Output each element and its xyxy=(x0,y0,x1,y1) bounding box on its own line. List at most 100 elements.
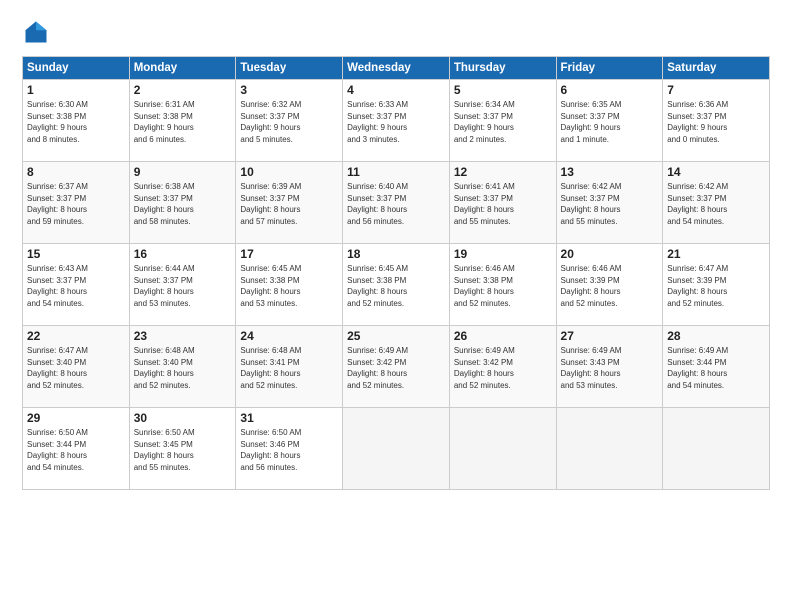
day-number: 29 xyxy=(27,411,125,425)
day-number: 12 xyxy=(454,165,552,179)
day-info: Sunrise: 6:50 AM Sunset: 3:45 PM Dayligh… xyxy=(134,427,232,473)
day-number: 17 xyxy=(240,247,338,261)
header xyxy=(22,18,770,46)
day-info: Sunrise: 6:50 AM Sunset: 3:44 PM Dayligh… xyxy=(27,427,125,473)
calendar-cell: 10 Sunrise: 6:39 AM Sunset: 3:37 PM Dayli… xyxy=(236,162,343,244)
calendar-cell: 19 Sunrise: 6:46 AM Sunset: 3:38 PM Dayli… xyxy=(449,244,556,326)
day-info: Sunrise: 6:48 AM Sunset: 3:40 PM Dayligh… xyxy=(134,345,232,391)
calendar-table: SundayMondayTuesdayWednesdayThursdayFrid… xyxy=(22,56,770,490)
calendar-week-row: 1 Sunrise: 6:30 AM Sunset: 3:38 PM Daylig… xyxy=(23,80,770,162)
day-info: Sunrise: 6:38 AM Sunset: 3:37 PM Dayligh… xyxy=(134,181,232,227)
day-number: 3 xyxy=(240,83,338,97)
calendar-week-row: 29 Sunrise: 6:50 AM Sunset: 3:44 PM Dayli… xyxy=(23,408,770,490)
calendar-cell xyxy=(556,408,663,490)
calendar-cell: 11Sunrise: 6:40 AM Sunset: 3:37 PM Dayli… xyxy=(343,162,450,244)
day-info: Sunrise: 6:41 AM Sunset: 3:37 PM Dayligh… xyxy=(454,181,552,227)
calendar-cell: 26Sunrise: 6:49 AM Sunset: 3:42 PM Dayli… xyxy=(449,326,556,408)
day-info: Sunrise: 6:43 AM Sunset: 3:37 PM Dayligh… xyxy=(27,263,125,309)
day-info: Sunrise: 6:47 AM Sunset: 3:40 PM Dayligh… xyxy=(27,345,125,391)
day-info: Sunrise: 6:46 AM Sunset: 3:39 PM Dayligh… xyxy=(561,263,659,309)
calendar-cell: 8 Sunrise: 6:37 AM Sunset: 3:37 PM Daylig… xyxy=(23,162,130,244)
calendar-cell: 5 Sunrise: 6:34 AM Sunset: 3:37 PM Daylig… xyxy=(449,80,556,162)
day-number: 5 xyxy=(454,83,552,97)
page: SundayMondayTuesdayWednesdayThursdayFrid… xyxy=(0,0,792,612)
day-info: Sunrise: 6:47 AM Sunset: 3:39 PM Dayligh… xyxy=(667,263,765,309)
calendar-cell: 15 Sunrise: 6:43 AM Sunset: 3:37 PM Dayli… xyxy=(23,244,130,326)
day-number: 28 xyxy=(667,329,765,343)
logo xyxy=(22,18,56,46)
col-header-tuesday: Tuesday xyxy=(236,57,343,80)
calendar-cell: 1 Sunrise: 6:30 AM Sunset: 3:38 PM Daylig… xyxy=(23,80,130,162)
day-info: Sunrise: 6:49 AM Sunset: 3:44 PM Dayligh… xyxy=(667,345,765,391)
day-number: 15 xyxy=(27,247,125,261)
day-number: 2 xyxy=(134,83,232,97)
day-info: Sunrise: 6:32 AM Sunset: 3:37 PM Dayligh… xyxy=(240,99,338,145)
col-header-sunday: Sunday xyxy=(23,57,130,80)
calendar-cell xyxy=(663,408,770,490)
day-info: Sunrise: 6:34 AM Sunset: 3:37 PM Dayligh… xyxy=(454,99,552,145)
calendar-week-row: 8 Sunrise: 6:37 AM Sunset: 3:37 PM Daylig… xyxy=(23,162,770,244)
col-header-wednesday: Wednesday xyxy=(343,57,450,80)
day-number: 31 xyxy=(240,411,338,425)
calendar-cell: 31Sunrise: 6:50 AM Sunset: 3:46 PM Dayli… xyxy=(236,408,343,490)
calendar-body: 1 Sunrise: 6:30 AM Sunset: 3:38 PM Daylig… xyxy=(23,80,770,490)
calendar-cell: 14Sunrise: 6:42 AM Sunset: 3:37 PM Dayli… xyxy=(663,162,770,244)
calendar-cell: 21 Sunrise: 6:47 AM Sunset: 3:39 PM Dayli… xyxy=(663,244,770,326)
calendar-cell: 18 Sunrise: 6:45 AM Sunset: 3:38 PM Dayli… xyxy=(343,244,450,326)
day-info: Sunrise: 6:30 AM Sunset: 3:38 PM Dayligh… xyxy=(27,99,125,145)
day-number: 20 xyxy=(561,247,659,261)
day-number: 8 xyxy=(27,165,125,179)
day-info: Sunrise: 6:36 AM Sunset: 3:37 PM Dayligh… xyxy=(667,99,765,145)
day-number: 19 xyxy=(454,247,552,261)
day-info: Sunrise: 6:45 AM Sunset: 3:38 PM Dayligh… xyxy=(240,263,338,309)
calendar-cell xyxy=(449,408,556,490)
calendar-cell: 23Sunrise: 6:48 AM Sunset: 3:40 PM Dayli… xyxy=(129,326,236,408)
day-number: 18 xyxy=(347,247,445,261)
calendar-cell: 28 Sunrise: 6:49 AM Sunset: 3:44 PM Dayli… xyxy=(663,326,770,408)
day-number: 27 xyxy=(561,329,659,343)
calendar-cell: 4 Sunrise: 6:33 AM Sunset: 3:37 PM Daylig… xyxy=(343,80,450,162)
day-number: 30 xyxy=(134,411,232,425)
col-header-thursday: Thursday xyxy=(449,57,556,80)
day-number: 26 xyxy=(454,329,552,343)
day-number: 22 xyxy=(27,329,125,343)
day-number: 4 xyxy=(347,83,445,97)
day-info: Sunrise: 6:37 AM Sunset: 3:37 PM Dayligh… xyxy=(27,181,125,227)
calendar-cell: 20 Sunrise: 6:46 AM Sunset: 3:39 PM Dayli… xyxy=(556,244,663,326)
day-info: Sunrise: 6:31 AM Sunset: 3:38 PM Dayligh… xyxy=(134,99,232,145)
calendar-cell: 3 Sunrise: 6:32 AM Sunset: 3:37 PM Daylig… xyxy=(236,80,343,162)
calendar-cell: 25Sunrise: 6:49 AM Sunset: 3:42 PM Dayli… xyxy=(343,326,450,408)
calendar-cell: 29 Sunrise: 6:50 AM Sunset: 3:44 PM Dayli… xyxy=(23,408,130,490)
col-header-monday: Monday xyxy=(129,57,236,80)
day-info: Sunrise: 6:49 AM Sunset: 3:43 PM Dayligh… xyxy=(561,345,659,391)
day-number: 24 xyxy=(240,329,338,343)
day-info: Sunrise: 6:48 AM Sunset: 3:41 PM Dayligh… xyxy=(240,345,338,391)
col-header-friday: Friday xyxy=(556,57,663,80)
day-info: Sunrise: 6:46 AM Sunset: 3:38 PM Dayligh… xyxy=(454,263,552,309)
calendar-cell: 24 Sunrise: 6:48 AM Sunset: 3:41 PM Dayli… xyxy=(236,326,343,408)
calendar-cell: 22 Sunrise: 6:47 AM Sunset: 3:40 PM Dayli… xyxy=(23,326,130,408)
calendar-cell: 16Sunrise: 6:44 AM Sunset: 3:37 PM Dayli… xyxy=(129,244,236,326)
calendar-cell: 9Sunrise: 6:38 AM Sunset: 3:37 PM Daylig… xyxy=(129,162,236,244)
calendar-week-row: 22 Sunrise: 6:47 AM Sunset: 3:40 PM Dayli… xyxy=(23,326,770,408)
day-number: 1 xyxy=(27,83,125,97)
calendar-cell: 30 Sunrise: 6:50 AM Sunset: 3:45 PM Dayli… xyxy=(129,408,236,490)
day-number: 25 xyxy=(347,329,445,343)
day-number: 21 xyxy=(667,247,765,261)
calendar-cell: 17 Sunrise: 6:45 AM Sunset: 3:38 PM Dayli… xyxy=(236,244,343,326)
calendar-header-row: SundayMondayTuesdayWednesdayThursdayFrid… xyxy=(23,57,770,80)
day-info: Sunrise: 6:39 AM Sunset: 3:37 PM Dayligh… xyxy=(240,181,338,227)
day-info: Sunrise: 6:35 AM Sunset: 3:37 PM Dayligh… xyxy=(561,99,659,145)
day-info: Sunrise: 6:42 AM Sunset: 3:37 PM Dayligh… xyxy=(561,181,659,227)
col-header-saturday: Saturday xyxy=(663,57,770,80)
day-number: 10 xyxy=(240,165,338,179)
day-info: Sunrise: 6:44 AM Sunset: 3:37 PM Dayligh… xyxy=(134,263,232,309)
calendar-cell: 2 Sunrise: 6:31 AM Sunset: 3:38 PM Daylig… xyxy=(129,80,236,162)
day-info: Sunrise: 6:45 AM Sunset: 3:38 PM Dayligh… xyxy=(347,263,445,309)
day-info: Sunrise: 6:42 AM Sunset: 3:37 PM Dayligh… xyxy=(667,181,765,227)
day-info: Sunrise: 6:33 AM Sunset: 3:37 PM Dayligh… xyxy=(347,99,445,145)
logo-icon xyxy=(22,18,50,46)
calendar-cell: 7Sunrise: 6:36 AM Sunset: 3:37 PM Daylig… xyxy=(663,80,770,162)
calendar-cell xyxy=(343,408,450,490)
calendar-cell: 6Sunrise: 6:35 AM Sunset: 3:37 PM Daylig… xyxy=(556,80,663,162)
